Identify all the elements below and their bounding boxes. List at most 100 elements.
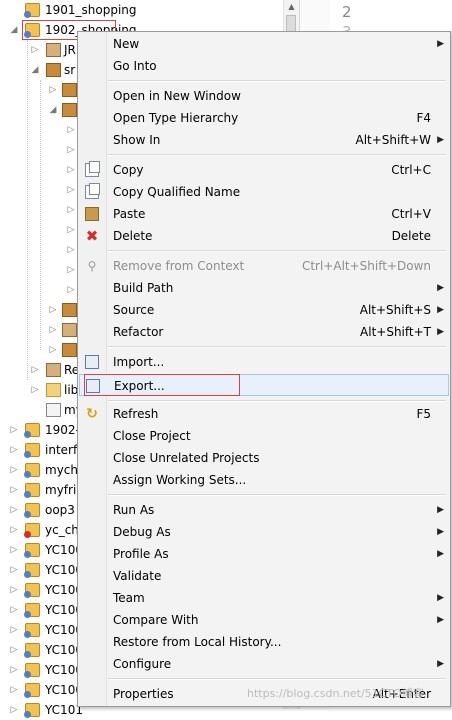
- collapsed-arrow-icon[interactable]: ▷: [66, 220, 76, 240]
- menu-separator: [108, 154, 446, 156]
- project-icon: [24, 663, 40, 678]
- collapsed-arrow-icon[interactable]: ▷: [9, 500, 19, 520]
- tree-item[interactable]: ▷: [0, 340, 80, 360]
- expanded-arrow-icon[interactable]: ◢: [9, 20, 19, 40]
- menu-item-shortcut: Alt+Shift+W: [355, 133, 432, 147]
- collapsed-arrow-icon[interactable]: ▷: [48, 300, 58, 320]
- menu-item-restore-local-history[interactable]: Restore from Local History...: [79, 631, 449, 653]
- collapsed-arrow-icon[interactable]: ▷: [48, 340, 58, 360]
- menu-item-close-project[interactable]: Close Project: [79, 425, 449, 447]
- expanded-arrow-icon[interactable]: ◢: [48, 100, 58, 120]
- menu-item-team[interactable]: Team ▶: [79, 587, 449, 609]
- menu-item-show-in[interactable]: Show In Alt+Shift+W ▶: [79, 129, 449, 151]
- refresh-icon: ↻: [86, 406, 98, 422]
- tree-item[interactable]: ◢: [0, 100, 80, 120]
- menu-item-remove-from-context[interactable]: ⚲ Remove from Context Ctrl+Alt+Shift+Dow…: [79, 255, 449, 277]
- menu-item-copy-qualified-name[interactable]: Copy Qualified Name: [79, 181, 449, 203]
- menu-item-build-path[interactable]: Build Path ▶: [79, 277, 449, 299]
- menu-item-label: Copy: [113, 163, 144, 177]
- menu-item-refresh[interactable]: ↻ Refresh F5: [79, 403, 449, 425]
- tree-item[interactable]: ▷: [0, 120, 80, 140]
- tree-item[interactable]: ▷: [0, 300, 80, 320]
- collapsed-arrow-icon[interactable]: ▷: [66, 160, 76, 180]
- project-icon: [24, 463, 40, 478]
- context-menu: New ▶ Go Into Open in New Window Open Ty…: [77, 31, 451, 707]
- menu-item-validate[interactable]: Validate: [79, 565, 449, 587]
- tree-item[interactable]: ▷: [0, 160, 80, 180]
- collapsed-arrow-icon[interactable]: ▷: [9, 580, 19, 600]
- menu-separator: [108, 678, 446, 680]
- menu-item-refactor[interactable]: Refactor Alt+Shift+T ▶: [79, 321, 449, 343]
- collapsed-arrow-icon[interactable]: ▷: [66, 180, 76, 200]
- menu-item-label: Validate: [113, 569, 162, 583]
- tree-item[interactable]: 1901_shopping: [0, 0, 280, 20]
- collapsed-arrow-icon[interactable]: ▷: [30, 40, 40, 60]
- collapsed-arrow-icon[interactable]: ▷: [66, 260, 76, 280]
- menu-item-source[interactable]: Source Alt+Shift+S ▶: [79, 299, 449, 321]
- collapsed-arrow-icon[interactable]: ▷: [9, 460, 19, 480]
- collapsed-arrow-icon[interactable]: ▷: [30, 360, 40, 380]
- menu-item-copy[interactable]: Copy Ctrl+C: [79, 159, 449, 181]
- tree-item[interactable]: ▷: [0, 140, 80, 160]
- collapsed-arrow-icon[interactable]: ▷: [66, 280, 76, 300]
- collapsed-arrow-icon[interactable]: ▷: [30, 380, 40, 400]
- project-icon: [24, 623, 40, 638]
- menu-item-label: Show In: [113, 133, 161, 147]
- menu-item-run-as[interactable]: Run As ▶: [79, 499, 449, 521]
- collapsed-arrow-icon[interactable]: ▷: [48, 320, 58, 340]
- submenu-arrow-icon: ▶: [437, 659, 444, 669]
- menu-item-label: Copy Qualified Name: [113, 185, 241, 199]
- menu-item-new[interactable]: New ▶: [79, 33, 449, 55]
- menu-item-go-into[interactable]: Go Into: [79, 55, 449, 77]
- collapsed-arrow-icon[interactable]: ▷: [66, 240, 76, 260]
- collapsed-arrow-icon[interactable]: ▷: [66, 140, 76, 160]
- collapsed-arrow-icon[interactable]: ▷: [9, 560, 19, 580]
- collapsed-arrow-icon[interactable]: ▷: [9, 620, 19, 640]
- collapsed-arrow-icon[interactable]: ▷: [9, 520, 19, 540]
- menu-item-shortcut: Delete: [391, 229, 431, 243]
- menu-item-paste[interactable]: Paste Ctrl+V: [79, 203, 449, 225]
- menu-item-open-type-hierarchy[interactable]: Open Type Hierarchy F4: [79, 107, 449, 129]
- collapsed-arrow-icon[interactable]: ▷: [9, 480, 19, 500]
- menu-item-label: Source: [113, 303, 155, 317]
- menu-item-configure[interactable]: Configure ▶: [79, 653, 449, 675]
- collapsed-arrow-icon[interactable]: ▷: [9, 700, 19, 720]
- tree-item[interactable]: ▷: [0, 320, 80, 340]
- collapsed-arrow-icon[interactable]: ▷: [9, 440, 19, 460]
- menu-item-open-new-window[interactable]: Open in New Window: [79, 85, 449, 107]
- package-icon: [62, 343, 77, 357]
- tree-item[interactable]: ▷: [0, 80, 80, 100]
- collapsed-arrow-icon[interactable]: ▷: [48, 80, 58, 100]
- menu-item-delete[interactable]: ✖ Delete Delete: [79, 225, 449, 247]
- collapsed-arrow-icon[interactable]: ▷: [9, 640, 19, 660]
- menu-item-shortcut: F4: [416, 111, 431, 125]
- collapsed-arrow-icon[interactable]: ▷: [9, 680, 19, 700]
- collapsed-arrow-icon[interactable]: ▷: [66, 200, 76, 220]
- menu-item-compare-with[interactable]: Compare With ▶: [79, 609, 449, 631]
- tree-item[interactable]: ▷: [0, 180, 80, 200]
- delete-icon: ✖: [85, 227, 99, 245]
- menu-item-assign-working-sets[interactable]: Assign Working Sets...: [79, 469, 449, 491]
- menu-item-import[interactable]: Import...: [79, 351, 449, 373]
- tree-item[interactable]: ▷: [0, 200, 80, 220]
- scroll-up-arrow-icon[interactable]: ▲: [284, 0, 299, 14]
- collapsed-arrow-icon[interactable]: ▷: [9, 660, 19, 680]
- menu-item-label: Close Unrelated Projects: [113, 451, 260, 465]
- collapsed-arrow-icon[interactable]: ▷: [9, 540, 19, 560]
- collapsed-arrow-icon[interactable]: ▷: [9, 600, 19, 620]
- menu-item-profile-as[interactable]: Profile As ▶: [79, 543, 449, 565]
- tree-item[interactable]: ▷: [0, 220, 80, 240]
- expanded-arrow-icon[interactable]: ◢: [30, 60, 40, 80]
- menu-item-debug-as[interactable]: Debug As ▶: [79, 521, 449, 543]
- project-icon: [24, 643, 40, 658]
- menu-item-label: Refresh: [113, 407, 159, 421]
- menu-separator: [108, 400, 446, 402]
- project-icon: [24, 563, 40, 578]
- package-icon: [62, 323, 77, 337]
- tree-item[interactable]: ▷: [0, 240, 80, 260]
- collapsed-arrow-icon[interactable]: ▷: [9, 420, 19, 440]
- tree-item[interactable]: ▷: [0, 280, 80, 300]
- menu-item-close-unrelated-projects[interactable]: Close Unrelated Projects: [79, 447, 449, 469]
- tree-item[interactable]: ▷: [0, 260, 80, 280]
- collapsed-arrow-icon[interactable]: ▷: [66, 120, 76, 140]
